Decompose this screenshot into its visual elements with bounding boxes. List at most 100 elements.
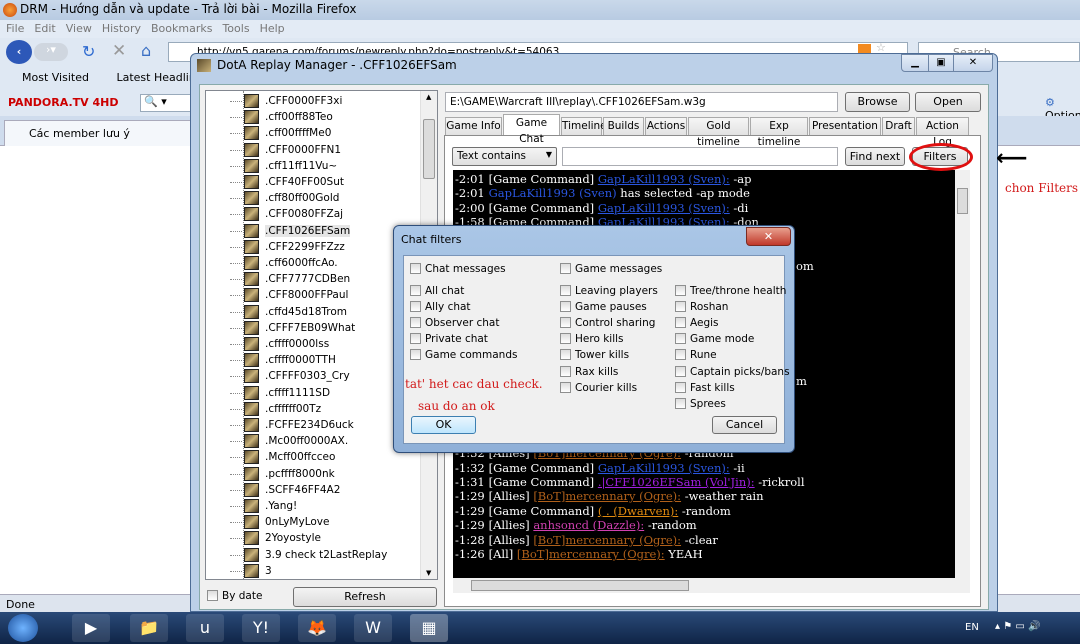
file-item[interactable]: .CFF2299FFZzz [230, 239, 345, 255]
checkbox-box[interactable] [675, 397, 686, 409]
file-item[interactable]: 3 [230, 563, 272, 579]
file-item[interactable]: .SCFF46FF4A2 [230, 482, 340, 498]
maximize-button[interactable]: ▣ [928, 54, 954, 72]
by-date-checkbox[interactable]: By date [207, 590, 262, 603]
checkbox-box[interactable] [410, 333, 421, 345]
tray-icons[interactable]: ▴ ⚑ ▭ 🔊 [995, 621, 1040, 632]
checkbox-box[interactable] [560, 263, 571, 274]
file-item[interactable]: .CFF0080FFZaj [230, 206, 343, 222]
checkbox-box[interactable] [560, 349, 571, 361]
tab-game-chat[interactable]: Game Chat [503, 114, 560, 145]
menu-tools[interactable]: Tools [222, 22, 249, 35]
chat-vertical-scrollbar[interactable] [955, 170, 970, 578]
chat-player[interactable]: .|CFF1026EFSam (Vol'Jin): [598, 475, 755, 489]
filter-checkbox[interactable]: Rax kills [560, 365, 618, 379]
replay-manager-taskbar-icon[interactable]: ▦ [410, 614, 448, 642]
file-item[interactable]: .cffff0000lss [230, 336, 329, 352]
cancel-button[interactable]: Cancel [712, 416, 777, 434]
chat-player[interactable]: GapLaKill1993 (Sven) [489, 186, 617, 200]
tab-actions[interactable]: Actions [645, 117, 687, 135]
file-item[interactable]: .CFF1026EFSam [230, 223, 351, 239]
file-item[interactable]: .CFF7777CDBen [230, 271, 350, 287]
reload-icon[interactable]: ↻ [82, 42, 95, 61]
filter-checkbox[interactable]: Game commands [410, 349, 517, 362]
filter-checkbox[interactable]: Fast kills [675, 381, 735, 395]
chat-player[interactable]: GapLaKill1993 (Sven): [598, 172, 730, 186]
file-item[interactable]: .cff00ffffMe0 [230, 125, 331, 141]
tab-presentation[interactable]: Presentation [809, 117, 881, 135]
file-item[interactable]: 2Yoyostyle [230, 530, 321, 546]
media-player-icon[interactable]: ▶ [72, 614, 110, 642]
tab-action-log[interactable]: Action Log [916, 117, 969, 148]
filter-checkbox[interactable]: Control sharing [560, 317, 655, 330]
file-item[interactable]: .cff00ff88Teo [230, 109, 333, 125]
home-icon[interactable]: ⌂ [141, 41, 151, 60]
checkbox-box[interactable] [410, 349, 421, 361]
menu-bookmarks[interactable]: Bookmarks [151, 22, 212, 35]
chat-player[interactable]: GapLaKill1993 (Sven): [598, 201, 730, 215]
menu-help[interactable]: Help [260, 22, 285, 35]
file-item[interactable]: .Mc00ff0000AX. [230, 433, 348, 449]
filter-checkbox[interactable]: Aegis [675, 317, 719, 330]
checkbox-box[interactable] [560, 317, 571, 329]
filter-checkbox[interactable]: Captain picks/bans [675, 365, 790, 379]
filter-checkbox[interactable]: Sprees [675, 397, 726, 411]
file-item[interactable]: .CFF0000FF3xi [230, 93, 342, 109]
menu-edit[interactable]: Edit [34, 22, 55, 35]
file-item[interactable]: .pcffff8000nk [230, 466, 335, 482]
file-item[interactable]: .cff6000ffcAo. [230, 255, 338, 271]
ok-button[interactable]: OK [411, 416, 476, 434]
chat-player[interactable]: [BoT]mercennary (Ogre): [533, 533, 681, 547]
chat-search-input[interactable] [562, 147, 838, 166]
dialog-close-button[interactable]: ✕ [746, 227, 791, 246]
menu-view[interactable]: View [66, 22, 92, 35]
close-button[interactable]: ✕ [953, 54, 993, 72]
stop-icon[interactable]: ✕ [112, 41, 126, 61]
game-messages-checkbox[interactable]: Game messages [560, 263, 662, 276]
bookmark-most-visited[interactable]: Most Visited [22, 71, 89, 84]
checkbox-box[interactable] [410, 285, 421, 296]
tab-builds[interactable]: Builds [603, 117, 644, 135]
checkbox-box[interactable] [675, 285, 686, 296]
open-button[interactable]: Open [915, 92, 981, 112]
file-item[interactable]: .CFF8000FFPaul [230, 287, 348, 303]
file-item[interactable]: .Mcff00ffcceo [230, 449, 335, 465]
firefox-taskbar-icon[interactable]: 🦊 [298, 614, 336, 642]
checkbox-box[interactable] [675, 301, 686, 313]
menu-file[interactable]: File [6, 22, 24, 35]
file-item[interactable]: .cffff0000TTH [230, 352, 336, 368]
file-item[interactable]: .cffffff00Tz [230, 401, 321, 417]
checkbox-box[interactable] [675, 365, 686, 377]
find-next-button[interactable]: Find next [845, 147, 905, 166]
filter-checkbox[interactable]: All chat [410, 285, 464, 298]
filter-checkbox[interactable]: Game mode [675, 333, 754, 346]
checkbox-box[interactable] [675, 317, 686, 329]
filter-checkbox[interactable]: Private chat [410, 333, 488, 346]
filter-checkbox[interactable]: Courier kills [560, 381, 637, 395]
file-item[interactable]: .CFFF7EB09What [230, 320, 355, 336]
tab-gold-timeline[interactable]: Gold timeline [688, 117, 749, 148]
checkbox-box[interactable] [675, 333, 686, 345]
file-item[interactable]: .FCFFE234D6uck [230, 417, 354, 433]
chat-messages-checkbox[interactable]: Chat messages [410, 263, 506, 276]
file-item[interactable]: .cffd45d18Trom [230, 304, 347, 320]
tab-timeline[interactable]: Timeline [561, 117, 607, 135]
tab-game-info[interactable]: Game Info [445, 117, 502, 135]
tab-exp-timeline[interactable]: Exp timeline [750, 117, 808, 148]
start-button[interactable] [8, 614, 38, 642]
file-item[interactable]: .CFF0000FFN1 [230, 142, 341, 158]
back-icon[interactable]: ‹ [6, 40, 32, 64]
checkbox-box[interactable] [675, 349, 686, 361]
filter-checkbox[interactable]: Rune [675, 349, 717, 362]
file-item[interactable]: .CFFFF0303_Cry [230, 368, 350, 384]
yahoo-messenger-icon[interactable]: Y! [242, 614, 280, 642]
browse-button[interactable]: Browse [845, 92, 910, 112]
file-item[interactable]: .cff80ff00Gold [230, 190, 339, 206]
file-item[interactable]: .cffff1111SD [230, 385, 330, 401]
checkbox-box[interactable] [410, 301, 421, 313]
pandora-search[interactable]: 🔍 ▾ [140, 94, 195, 112]
chat-player[interactable]: [BoT]mercennary (Ogre): [517, 547, 665, 561]
checkbox-box[interactable] [410, 317, 421, 329]
chat-player[interactable]: anhsoncd (Dazzle): [533, 518, 644, 532]
replay-path-field[interactable]: E:\GAME\Warcraft III\replay\.CFF1026EFSa… [445, 92, 838, 112]
